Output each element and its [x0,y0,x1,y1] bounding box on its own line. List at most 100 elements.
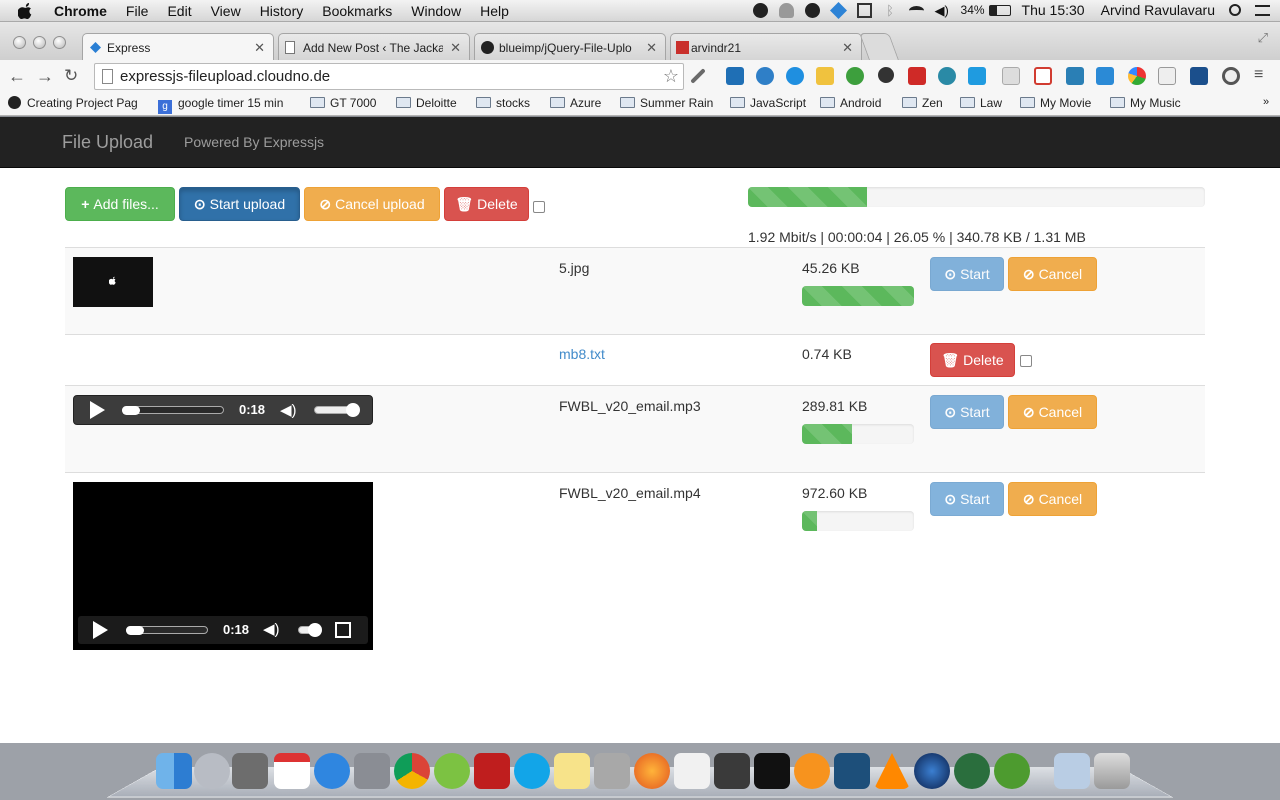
finder-icon[interactable] [156,753,192,789]
pie-extension-icon[interactable] [1128,67,1146,85]
app-store-icon[interactable] [314,753,350,789]
audio-seek-knob[interactable] [122,406,140,415]
user-name[interactable]: Arvind Ravulavaru [1101,2,1215,18]
settings-extension-icon[interactable] [878,67,894,83]
bluetooth-icon[interactable]: ᛒ [883,3,898,18]
menu-history[interactable]: History [260,3,304,19]
address-bar[interactable]: expressjs-fileupload.cloudno.de ☆ [94,63,684,90]
wifi-icon[interactable] [908,5,924,15]
apple-menu-icon[interactable] [18,2,34,19]
tab-arvindr21[interactable]: arvindr21 ✕ [670,33,862,60]
stickies-icon[interactable] [554,753,590,789]
bookmark-folder[interactable]: My Music [1110,96,1181,110]
window-close-button[interactable] [13,36,26,49]
menu-app-name[interactable]: Chrome [54,3,107,19]
forward-arrow-icon[interactable]: → [36,66,54,87]
video-seek-knob[interactable] [126,626,144,635]
audio-player[interactable]: 0:18 ◀) [73,395,373,425]
tab-express[interactable]: Express ✕ [82,33,274,60]
utorrent-icon[interactable] [994,753,1030,789]
start-upload-button[interactable]: ⊙ Start upload [179,187,300,221]
shield-extension-icon[interactable] [1002,67,1020,85]
volume-icon[interactable]: ◀) [280,401,300,419]
dropbox-icon[interactable] [829,1,847,19]
chrome-menu-icon[interactable]: ≡ [1254,66,1263,84]
address-url[interactable]: expressjs-fileupload.cloudno.de [120,68,330,85]
file-name-link[interactable]: mb8.txt [559,346,605,362]
tab-close-icon[interactable]: ✕ [450,40,461,56]
status-app-icon[interactable] [804,2,820,18]
volume-icon[interactable]: ◀) [263,620,283,638]
menu-edit[interactable]: Edit [167,3,191,19]
menu-help[interactable]: Help [480,3,509,19]
launchpad-icon[interactable] [194,753,230,789]
clock[interactable]: Thu 15:30 [1022,2,1085,18]
video-player[interactable]: 0:18 ◀) [73,482,373,650]
earth-extension-icon[interactable] [786,67,804,85]
cancel-upload-button[interactable]: ⊘ Cancel upload [304,187,440,221]
cancel-button[interactable]: ⊘ Cancel [1008,257,1097,291]
brackets-icon[interactable] [434,753,470,789]
site-brand[interactable]: File Upload [62,132,153,153]
cancel-button[interactable]: ⊘ Cancel [1008,482,1097,516]
new-tab-button[interactable] [859,33,899,60]
cancel-button[interactable]: ⊘ Cancel [1008,395,1097,429]
toggle-all-checkbox[interactable] [533,201,545,213]
analytics-extension-icon[interactable] [726,67,744,85]
fullscreen-icon[interactable]: ⤢ [1258,30,1268,46]
hangouts-extension-icon[interactable] [846,67,864,85]
battery-icon[interactable] [988,4,1011,16]
delete-button[interactable]: 🗑 Delete [444,187,529,221]
firefox-icon[interactable] [634,753,670,789]
evernote-status-icon[interactable] [752,2,768,18]
play-icon[interactable] [93,621,108,639]
counter-extension-icon[interactable] [1096,67,1114,85]
circle-extension-icon[interactable] [1222,67,1240,85]
start-button[interactable]: ⊙ Start [930,482,1004,516]
menu-window[interactable]: Window [411,3,461,19]
back-arrow-icon[interactable]: ← [8,66,26,87]
profile-extension-icon[interactable] [1190,67,1208,85]
start-button[interactable]: ⊙ Start [930,257,1004,291]
eyedropper-extension-icon[interactable] [690,68,706,84]
menu-file[interactable]: File [126,3,149,19]
window-status-icon[interactable] [856,2,872,18]
gmail-extension-icon[interactable] [1034,67,1052,85]
chrome-icon[interactable] [394,753,430,789]
bookmark-star-icon[interactable]: ☆ [663,66,679,87]
menu-view[interactable]: View [211,3,241,19]
start-button[interactable]: ⊙ Start [930,395,1004,429]
red-extension-icon[interactable] [908,67,926,85]
fl-studio-icon[interactable] [794,753,830,789]
bookmark-folder[interactable]: Azure [550,96,601,110]
bookmark-folder[interactable]: Deloitte [396,96,457,110]
tab-github[interactable]: blueimp/jQuery-File-Uplo ✕ [474,33,666,60]
trash-icon[interactable] [1094,753,1130,789]
bookmark-folder[interactable]: Zen [902,96,943,110]
tab-close-icon[interactable]: ✕ [646,40,657,56]
tab-close-icon[interactable]: ✕ [254,40,265,56]
volume-icon[interactable]: ◀) [935,3,950,18]
gift-extension-icon[interactable] [816,67,834,85]
window-zoom-button[interactable] [53,36,66,49]
unknown-app-icon[interactable] [594,753,630,789]
image-preview[interactable] [73,257,153,307]
globe-extension-icon[interactable] [756,67,774,85]
menu-bookmarks[interactable]: Bookmarks [322,3,392,19]
filezilla-icon[interactable] [474,753,510,789]
bookmark-folder[interactable]: My Movie [1020,96,1091,110]
system-preferences-icon[interactable] [354,753,390,789]
sublime-text-icon[interactable] [714,753,750,789]
grid-app-icon[interactable] [674,753,710,789]
gif-extension-icon[interactable] [968,67,986,85]
volume-knob[interactable] [346,403,360,417]
bookmark-folder[interactable]: GT 7000 [310,96,376,110]
fullscreen-icon[interactable] [335,622,351,638]
skype-icon[interactable] [514,753,550,789]
spotlight-search-icon[interactable] [1229,4,1241,16]
wave-extension-icon[interactable] [938,67,956,85]
tab-add-new-post[interactable]: Add New Post ‹ The Jackal ✕ [278,33,470,60]
bookmarks-overflow-icon[interactable]: » [1263,96,1269,108]
bookmark-item[interactable]: Creating Project Pag [8,96,142,110]
bookmark-item[interactable]: g google timer 15 min [158,96,294,114]
